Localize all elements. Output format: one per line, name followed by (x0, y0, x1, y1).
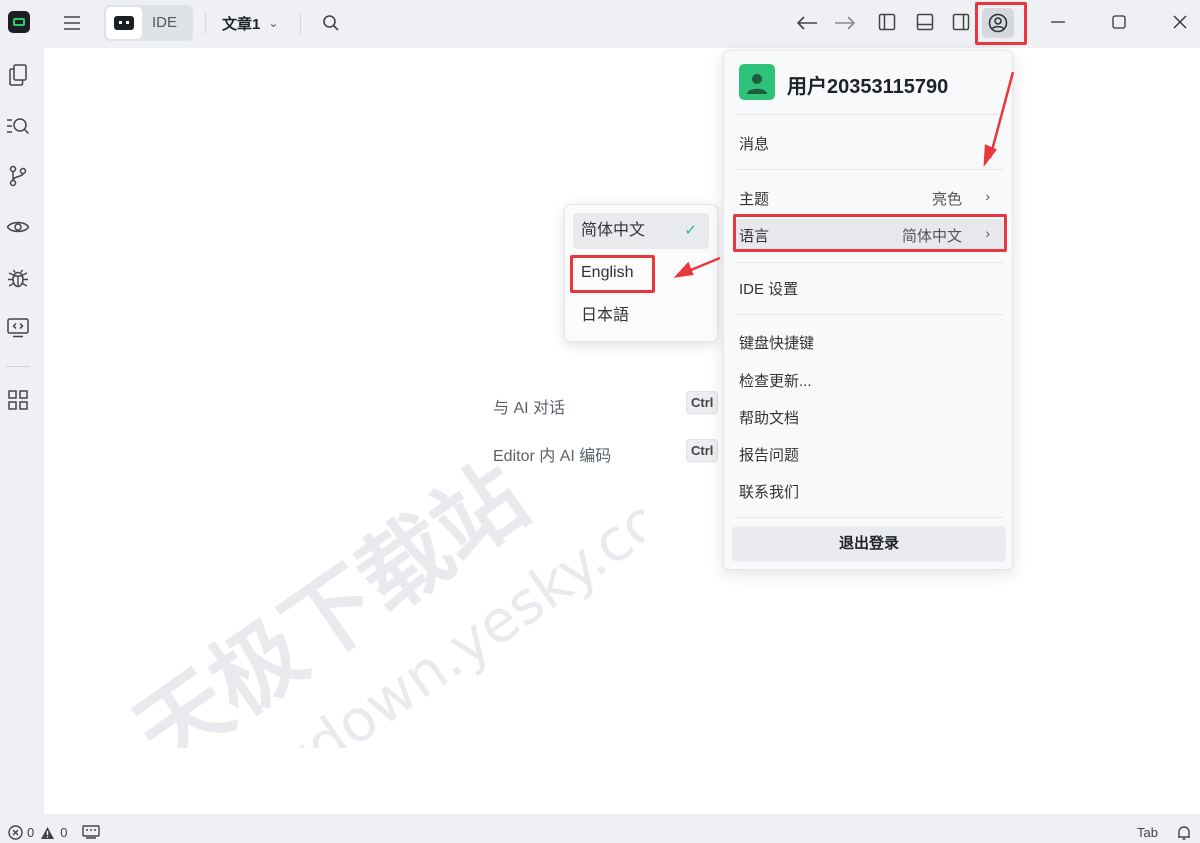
extensions-grid-icon[interactable] (6, 388, 30, 412)
chat-with-ai-hint: 与 AI 对话 (493, 400, 566, 417)
avatar (739, 64, 775, 100)
remote-code-icon[interactable] (6, 316, 30, 340)
ai-coding-hint: Editor 内 AI 编码 (493, 448, 612, 465)
language-option-en[interactable]: English (573, 255, 709, 291)
preview-eye-icon[interactable] (6, 215, 30, 239)
editor-area[interactable]: 天极下载站 mydown.yesky.com 与 AI 对话 Ctrl Edit… (44, 48, 1200, 814)
user-account-button[interactable] (982, 8, 1014, 38)
maximize-icon[interactable] (1108, 11, 1130, 33)
divider (734, 169, 1004, 170)
problems-indicator[interactable]: 0 0 (8, 825, 67, 840)
search-list-icon[interactable] (6, 114, 30, 138)
document-title: 文章1 (222, 15, 261, 33)
user-circle-icon (988, 13, 1008, 33)
check-updates-item[interactable]: 检查更新... (739, 370, 812, 391)
terminal-icon[interactable] (82, 825, 100, 839)
help-docs-item[interactable]: 帮助文档 (739, 407, 799, 428)
ide-tab[interactable]: IDE (104, 5, 193, 41)
username: 用户20353115790 (787, 76, 949, 98)
language-option-label: 日本語 (581, 307, 630, 324)
bell-icon[interactable] (1176, 825, 1192, 841)
divider (300, 12, 301, 34)
theme-label: 主题 (739, 191, 770, 208)
activity-bar (0, 46, 44, 816)
toggle-right-panel-icon[interactable] (950, 11, 972, 33)
search-icon[interactable] (319, 11, 343, 35)
language-value: 简体中文 (901, 228, 962, 245)
shortcut-key: Ctrl (686, 439, 719, 462)
error-icon (8, 825, 23, 840)
divider (734, 114, 1004, 115)
ide-tab-label: IDE (152, 14, 178, 31)
language-option-label: 简体中文 (581, 222, 646, 239)
source-control-icon[interactable] (6, 164, 30, 188)
ide-logo-icon (106, 7, 142, 39)
language-label: 语言 (739, 228, 770, 245)
app-logo-icon (8, 11, 30, 33)
svg-text:天极下载站: 天极下载站 (117, 444, 546, 748)
menu-icon[interactable] (60, 11, 84, 35)
chevron-right-icon: › (985, 225, 990, 241)
user-menu: 用户20353115790 消息 主题 亮色 › 语言 简体中文 › IDE 设… (723, 50, 1013, 570)
logout-button[interactable]: 退出登录 (732, 526, 1006, 562)
svg-text:mydown.yesky.com: mydown.yesky.com (218, 452, 644, 748)
divider (205, 12, 206, 34)
status-bar: 0 0 Tab (0, 822, 1200, 843)
minimize-icon[interactable] (1047, 11, 1069, 33)
warning-icon (41, 826, 55, 839)
messages-item[interactable]: 消息 (739, 133, 769, 154)
divider (734, 314, 1004, 315)
arrow-right-icon[interactable] (833, 11, 857, 35)
files-icon[interactable] (6, 63, 30, 87)
toggle-left-panel-icon[interactable] (876, 11, 898, 33)
chevron-right-icon: › (985, 188, 990, 204)
tab-indicator[interactable]: Tab (1137, 825, 1158, 840)
divider (6, 366, 30, 367)
arrow-left-icon[interactable] (795, 11, 819, 35)
checkmark-icon: ✓ (684, 222, 697, 239)
report-issue-item[interactable]: 报告问题 (739, 444, 799, 465)
shortcut-key: Ctrl (686, 391, 719, 414)
title-bar: IDE 文章1 ⌄ (0, 0, 1200, 46)
debug-bug-icon[interactable] (6, 266, 30, 290)
keyboard-shortcuts-item[interactable]: 键盘快捷键 (739, 332, 814, 353)
error-count: 0 (27, 825, 35, 840)
contact-us-item[interactable]: 联系我们 (739, 481, 799, 502)
language-item[interactable] (734, 219, 1004, 249)
chevron-down-icon: ⌄ (268, 16, 279, 30)
language-submenu: 简体中文 ✓ English 日本語 (564, 204, 718, 342)
close-icon[interactable] (1169, 11, 1191, 33)
divider (734, 262, 1004, 263)
language-option-label: English (581, 264, 634, 281)
ide-settings-item[interactable]: IDE 设置 (739, 278, 798, 299)
language-option-zh[interactable]: 简体中文 ✓ (573, 213, 709, 249)
theme-value: 亮色 (931, 191, 962, 208)
document-title-dropdown[interactable]: 文章1 ⌄ (222, 12, 278, 34)
warning-count: 0 (60, 825, 68, 840)
language-option-ja[interactable]: 日本語 (573, 298, 709, 334)
toggle-bottom-panel-icon[interactable] (914, 11, 936, 33)
divider (734, 517, 1004, 518)
